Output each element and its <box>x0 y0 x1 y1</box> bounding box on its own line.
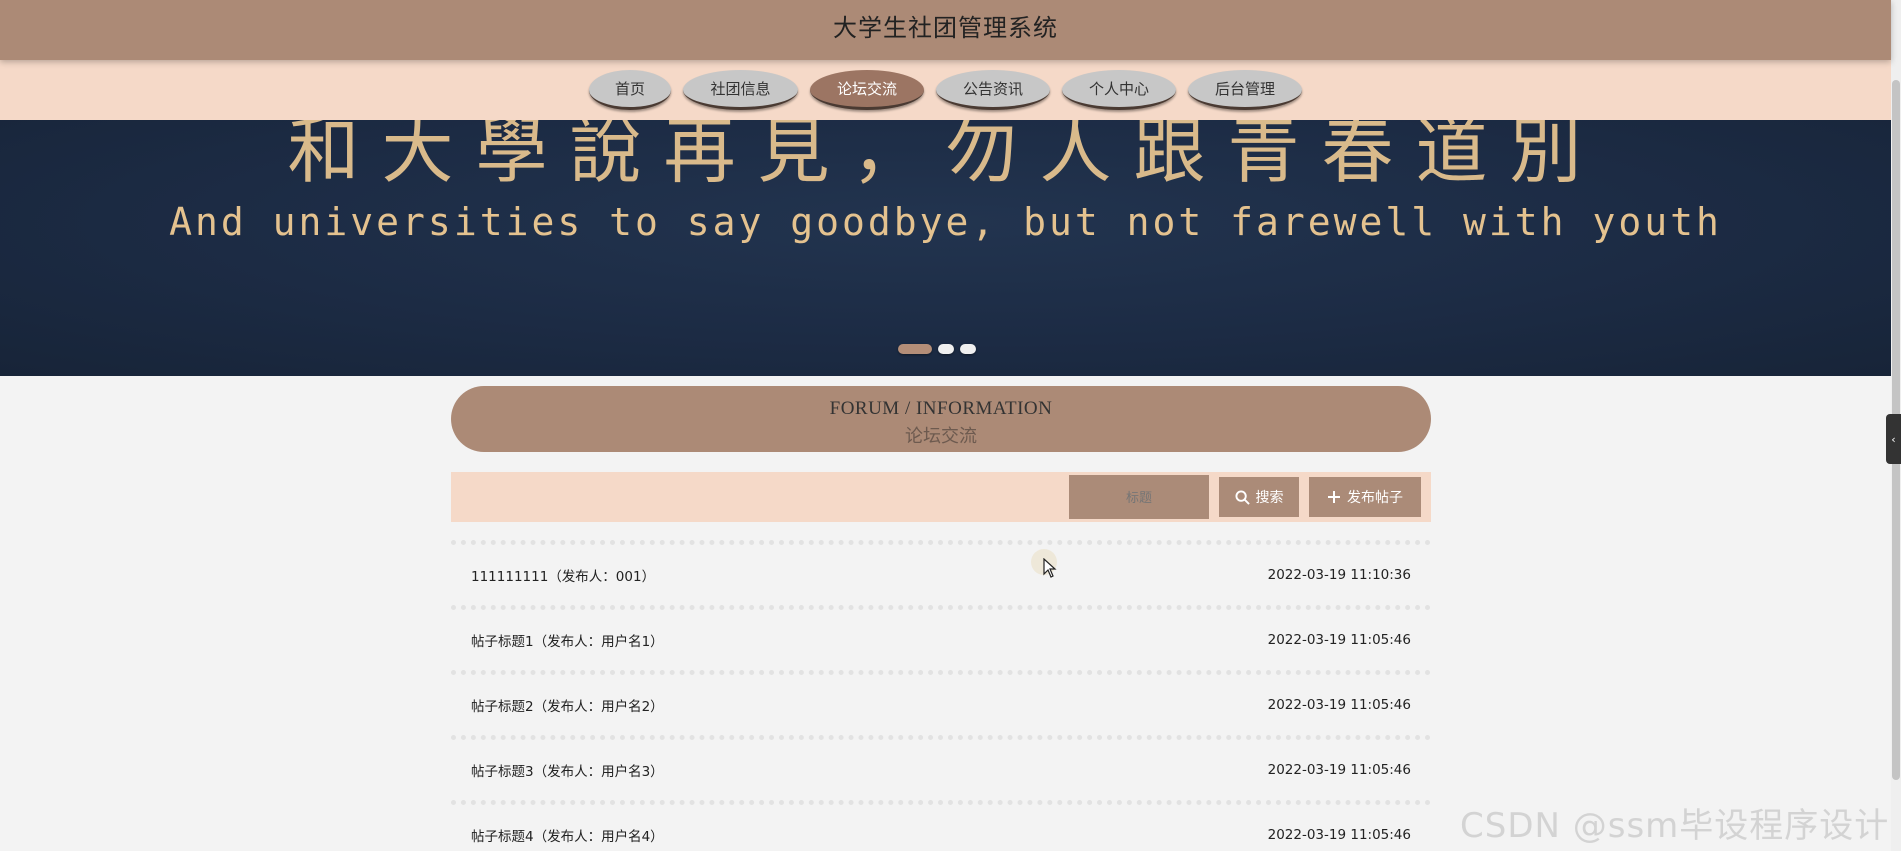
post-time: 2022-03-19 11:10:36 <box>1267 567 1411 583</box>
post-time: 2022-03-19 11:05:46 <box>1267 762 1411 778</box>
list-item[interactable]: 111111111（发布人：001） 2022-03-19 11:10:36 <box>451 540 1431 605</box>
banner-text-en: And universities to say goodbye, but not… <box>169 200 1722 244</box>
section-header: FORUM / INFORMATION 论坛交流 <box>451 386 1431 452</box>
post-title[interactable]: 帖子标题4（发布人：用户名4） <box>471 825 664 845</box>
list-item[interactable]: 帖子标题1（发布人：用户名1） 2022-03-19 11:05:46 <box>451 605 1431 670</box>
nav-item-home[interactable]: 首页 <box>589 70 671 110</box>
publish-post-button[interactable]: 发布帖子 <box>1309 477 1421 517</box>
post-title[interactable]: 帖子标题1（发布人：用户名1） <box>471 630 664 650</box>
chevron-left-icon: ‹ <box>1891 432 1896 446</box>
nav-item-announcements[interactable]: 公告资讯 <box>936 70 1050 110</box>
nav-item-personal-center[interactable]: 个人中心 <box>1062 70 1176 110</box>
forum-toolbar: 搜索 发布帖子 <box>451 472 1431 522</box>
post-list: 111111111（发布人：001） 2022-03-19 11:10:36 帖… <box>451 540 1431 851</box>
carousel-dot-1[interactable] <box>898 344 932 354</box>
post-time: 2022-03-19 11:05:46 <box>1267 697 1411 713</box>
search-button[interactable]: 搜索 <box>1219 477 1299 517</box>
section-title-en: FORUM / INFORMATION <box>829 398 1053 419</box>
watermark: CSDN @ssm毕设程序设计 <box>1460 806 1890 846</box>
banner-text-cn: 和大學說再見，勿人跟青春道別 <box>287 120 1604 193</box>
post-time: 2022-03-19 11:05:46 <box>1267 827 1411 843</box>
carousel-dot-3[interactable] <box>960 344 976 354</box>
site-header: 大学生社团管理系统 <box>0 0 1891 60</box>
list-item[interactable]: 帖子标题2（发布人：用户名2） 2022-03-19 11:05:46 <box>451 670 1431 735</box>
search-icon <box>1234 489 1250 505</box>
carousel-dot-2[interactable] <box>938 344 954 354</box>
banner-carousel[interactable]: 和大學說再見，勿人跟青春道別 And universities to say g… <box>0 120 1891 376</box>
nav-item-forum[interactable]: 论坛交流 <box>810 70 924 110</box>
publish-button-label: 发布帖子 <box>1347 490 1403 506</box>
mouse-cursor-icon <box>1043 557 1057 582</box>
list-item[interactable]: 帖子标题3（发布人：用户名3） 2022-03-19 11:05:46 <box>451 735 1431 800</box>
search-button-label: 搜索 <box>1255 490 1284 506</box>
post-title[interactable]: 帖子标题2（发布人：用户名2） <box>471 695 664 715</box>
main-nav: 首页 社团信息 论坛交流 公告资讯 个人中心 后台管理 <box>0 60 1891 120</box>
plus-icon <box>1327 490 1341 504</box>
post-title[interactable]: 帖子标题3（发布人：用户名3） <box>471 760 664 780</box>
list-item[interactable]: 帖子标题4（发布人：用户名4） 2022-03-19 11:05:46 <box>451 800 1431 851</box>
section-title-cn: 论坛交流 <box>905 426 977 446</box>
nav-item-club-info[interactable]: 社团信息 <box>683 70 798 110</box>
nav-item-admin[interactable]: 后台管理 <box>1188 70 1302 110</box>
post-time: 2022-03-19 11:05:46 <box>1267 632 1411 648</box>
site-title: 大学生社团管理系统 <box>833 13 1058 42</box>
side-toggle-button[interactable]: ‹ <box>1886 414 1901 464</box>
title-search-input[interactable] <box>1069 475 1209 519</box>
post-title[interactable]: 111111111（发布人：001） <box>471 565 655 585</box>
carousel-indicators <box>898 344 976 354</box>
